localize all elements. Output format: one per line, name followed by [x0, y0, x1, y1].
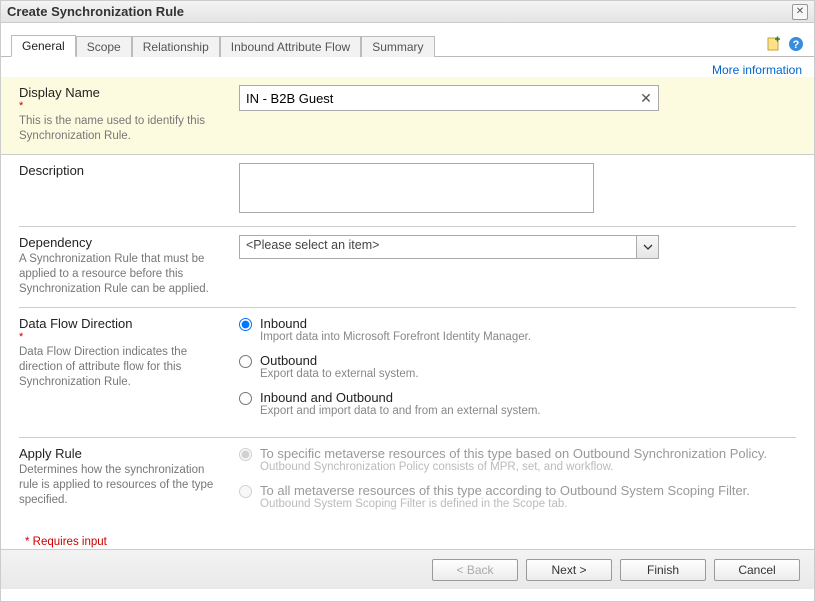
flow-label: Data Flow Direction: [19, 316, 132, 331]
flow-radio-inbound[interactable]: [239, 318, 252, 331]
section-apply-rule: Apply Rule Determines how the synchroniz…: [19, 438, 796, 530]
back-button: < Back: [432, 559, 518, 581]
description-label: Description: [19, 163, 84, 178]
flow-help: Data Flow Direction indicates the direct…: [19, 345, 219, 390]
flow-both-sub: Export and import data to and from an ex…: [260, 405, 541, 417]
tab-summary[interactable]: Summary: [361, 36, 434, 57]
display-name-help: This is the name used to identify this S…: [19, 114, 219, 144]
svg-text:?: ?: [793, 39, 800, 51]
display-name-input[interactable]: [239, 85, 659, 111]
finish-button[interactable]: Finish: [620, 559, 706, 581]
display-name-required: *: [19, 100, 219, 112]
section-flow: Data Flow Direction * Data Flow Directio…: [19, 308, 796, 438]
wizard-footer: < Back Next > Finish Cancel: [1, 549, 814, 589]
window-title: Create Synchronization Rule: [7, 4, 792, 19]
more-info-row: More information: [1, 57, 814, 77]
apply-rule-label: Apply Rule: [19, 446, 82, 461]
section-dependency: Dependency A Synchronization Rule that m…: [19, 227, 796, 308]
apply-policy-sub: Outbound Synchronization Policy consists…: [260, 461, 767, 473]
apply-policy-label: To specific metaverse resources of this …: [260, 446, 767, 461]
dependency-select-value: <Please select an item>: [246, 238, 379, 252]
flow-radio-outbound[interactable]: [239, 355, 252, 368]
flow-radio-both[interactable]: [239, 392, 252, 405]
flow-option-both[interactable]: Inbound and Outbound Export and import d…: [239, 390, 796, 417]
tab-inbound-attr-flow[interactable]: Inbound Attribute Flow: [220, 36, 361, 57]
description-input[interactable]: [239, 163, 594, 213]
form-body: Display Name * This is the name used to …: [1, 77, 814, 549]
section-description: Description: [19, 155, 796, 227]
more-info-link[interactable]: More information: [712, 63, 802, 77]
chevron-down-icon: [636, 236, 658, 258]
apply-rule-option-filter: To all metaverse resources of this type …: [239, 483, 796, 510]
tab-strip: General Scope Relationship Inbound Attri…: [1, 23, 814, 57]
apply-rule-help: Determines how the synchronization rule …: [19, 463, 219, 508]
apply-radio-filter: [239, 485, 252, 498]
flow-outbound-label: Outbound: [260, 353, 419, 368]
dependency-select[interactable]: <Please select an item>: [239, 235, 659, 259]
close-icon[interactable]: ✕: [792, 4, 808, 20]
apply-rule-option-policy: To specific metaverse resources of this …: [239, 446, 796, 473]
display-name-input-wrap: ✕: [239, 85, 659, 111]
section-display-name: Display Name * This is the name used to …: [1, 77, 814, 155]
cancel-button[interactable]: Cancel: [714, 559, 800, 581]
flow-inbound-label: Inbound: [260, 316, 531, 331]
flow-required: *: [19, 331, 219, 343]
flow-both-label: Inbound and Outbound: [260, 390, 541, 405]
flow-inbound-sub: Import data into Microsoft Forefront Ide…: [260, 331, 531, 343]
flow-option-outbound[interactable]: Outbound Export data to external system.: [239, 353, 796, 380]
help-icon[interactable]: ?: [788, 36, 804, 52]
flow-option-inbound[interactable]: Inbound Import data into Microsoft Foref…: [239, 316, 796, 343]
tab-relationship[interactable]: Relationship: [132, 36, 220, 57]
flow-outbound-sub: Export data to external system.: [260, 368, 419, 380]
dependency-help: A Synchronization Rule that must be appl…: [19, 252, 219, 297]
apply-filter-sub: Outbound System Scoping Filter is define…: [260, 498, 750, 510]
new-note-icon[interactable]: [766, 36, 782, 52]
requires-input-note: * Requires input: [19, 530, 796, 548]
clear-input-icon[interactable]: ✕: [637, 89, 655, 107]
apply-filter-label: To all metaverse resources of this type …: [260, 483, 750, 498]
tab-general[interactable]: General: [11, 35, 76, 57]
dependency-label: Dependency: [19, 235, 92, 250]
window-titlebar: Create Synchronization Rule ✕: [1, 1, 814, 23]
display-name-label: Display Name: [19, 85, 100, 100]
apply-radio-policy: [239, 448, 252, 461]
tab-scope[interactable]: Scope: [76, 36, 132, 57]
next-button[interactable]: Next >: [526, 559, 612, 581]
